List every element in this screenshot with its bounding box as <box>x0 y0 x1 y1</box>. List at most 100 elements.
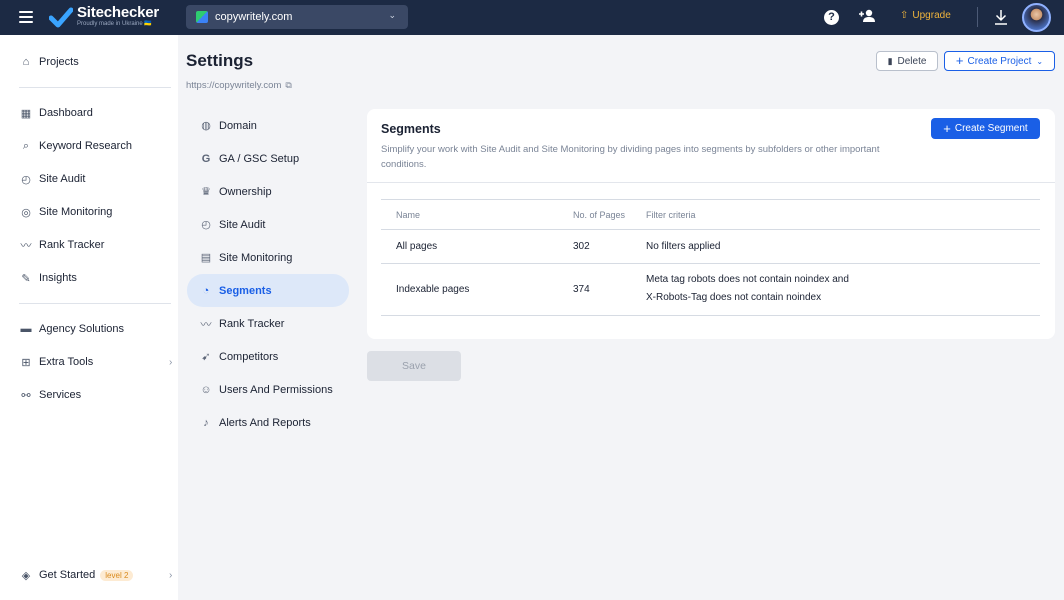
sidebar-item-insights[interactable]: ✎ Insights <box>19 269 77 287</box>
sidebar-item-agency[interactable]: ▬ Agency Solutions <box>19 320 125 338</box>
sidebar-item-label: Keyword Research <box>39 140 132 152</box>
upgrade-button[interactable]: ⇧ Upgrade <box>900 10 951 21</box>
home-icon: ⌂ <box>22 56 30 68</box>
create-segment-button[interactable]: + Create Segment <box>931 118 1040 139</box>
segment-filter: Meta tag robots does not contain noindex… <box>646 274 849 285</box>
settings-item-competitors[interactable]: ➹ Competitors <box>187 340 349 373</box>
sidebar-item-label: Services <box>39 389 82 401</box>
settings-item-label: Ownership <box>219 185 272 198</box>
plus-icon: + <box>955 53 964 68</box>
segment-name: Indexable pages <box>396 284 470 295</box>
delete-button[interactable]: ▮ Delete <box>876 51 938 71</box>
segment-pages: 302 <box>573 241 590 252</box>
competitors-icon: ➹ <box>201 351 211 363</box>
settings-item-segments[interactable]: ◔ Segments <box>187 274 349 307</box>
level-badge: level 2 <box>100 569 134 581</box>
topbar-divider <box>977 7 978 27</box>
column-header-name: Name <box>396 210 421 220</box>
brand-tagline: Proudly made in Ukraine 🇺🇦 <box>77 21 152 27</box>
avatar[interactable] <box>1022 3 1051 32</box>
crown-icon: ♛ <box>201 186 211 198</box>
sidebar-item-extra-tools[interactable]: ⊞ Extra Tools › <box>19 353 172 371</box>
add-user-icon[interactable] <box>858 9 876 27</box>
sidebar-item-label: Projects <box>39 56 79 68</box>
services-icon: ⚯ <box>21 389 31 402</box>
dashboard-icon: ▦ <box>20 107 32 120</box>
settings-item-alerts[interactable]: ♪ Alerts And Reports <box>187 406 349 439</box>
settings-item-label: Users And Permissions <box>219 383 333 396</box>
settings-item-label: Competitors <box>219 350 279 363</box>
pie-icon: ◔ <box>202 284 210 297</box>
segments-table: Name No. of Pages Filter criteria All pa… <box>381 199 1040 316</box>
insights-icon: ✎ <box>21 272 31 285</box>
audit-icon: ◴ <box>21 173 31 186</box>
hamburger-menu-icon[interactable] <box>19 11 33 23</box>
segments-description: Simplify your work with Site Audit and S… <box>381 144 880 170</box>
monitoring-icon: ◎ <box>21 206 31 219</box>
audit-icon: ◴ <box>201 219 211 231</box>
user-icon: ☺ <box>200 383 212 396</box>
settings-item-rank-tracker[interactable]: 〰 Rank Tracker <box>187 307 349 340</box>
sidebar-item-site-monitoring[interactable]: ◎ Site Monitoring <box>19 203 112 221</box>
chevron-right-icon: › <box>169 569 173 581</box>
sidebar-item-get-started[interactable]: ◈ Get Started level 2 › <box>19 566 173 584</box>
table-row[interactable]: Indexable pages 374 Meta tag robots does… <box>381 264 1040 316</box>
sidebar-divider <box>19 87 171 88</box>
plus-icon: + <box>943 120 951 136</box>
sidebar-divider <box>19 303 171 304</box>
sidebar-item-label: Site Audit <box>39 173 86 185</box>
create-project-button[interactable]: + Create Project ⌄ <box>944 51 1055 71</box>
save-button[interactable]: Save <box>367 351 461 381</box>
top-bar: Sitechecker Proudly made in Ukraine 🇺🇦 c… <box>0 0 1064 35</box>
table-row[interactable]: All pages 302 No filters applied <box>381 230 1040 264</box>
segments-title: Segments <box>381 122 441 136</box>
briefcase-icon: ▬ <box>20 323 32 335</box>
settings-item-ga-gsc[interactable]: G GA / GSC Setup <box>187 142 349 175</box>
google-icon: G <box>201 152 211 165</box>
settings-item-domain[interactable]: ◍ Domain <box>187 109 349 142</box>
globe-icon: ◍ <box>201 120 211 132</box>
download-icon[interactable] <box>994 9 1008 29</box>
settings-item-label: Segments <box>219 284 272 297</box>
sitechecker-logo-icon <box>49 7 73 27</box>
sidebar-item-label: Dashboard <box>39 107 93 119</box>
settings-item-ownership[interactable]: ♛ Ownership <box>187 175 349 208</box>
sidebar-item-projects[interactable]: ⌂ Projects <box>19 53 79 71</box>
external-link-icon: ⧉ <box>285 80 292 90</box>
create-segment-label: Create Segment <box>954 123 1028 134</box>
grid-icon: ⊞ <box>21 356 31 369</box>
card-divider <box>367 182 1055 183</box>
sidebar-item-label: Insights <box>39 272 77 284</box>
chevron-right-icon: › <box>169 356 173 368</box>
sidebar-item-rank-tracker[interactable]: 〰 Rank Tracker <box>19 236 105 254</box>
logo[interactable]: Sitechecker Proudly made in Ukraine 🇺🇦 <box>49 5 159 28</box>
page-title: Settings <box>186 51 254 70</box>
project-select[interactable]: copywritely.com ⌄ <box>186 5 408 29</box>
project-favicon-icon <box>196 11 208 23</box>
sidebar-item-label: Agency Solutions <box>39 323 124 335</box>
sidebar-item-services[interactable]: ⚯ Services <box>19 386 81 404</box>
settings-item-label: Site Monitoring <box>219 251 293 264</box>
settings-item-site-audit[interactable]: ◴ Site Audit <box>187 208 349 241</box>
settings-item-label: Domain <box>219 119 257 132</box>
sidebar-item-dashboard[interactable]: ▦ Dashboard <box>19 104 93 122</box>
sidebar-item-label: Rank Tracker <box>39 239 105 251</box>
brand-name: Sitechecker <box>77 4 160 21</box>
project-url-link[interactable]: https://copywritely.com ⧉ <box>186 80 292 91</box>
rank-icon: 〰 <box>20 240 32 252</box>
settings-item-label: Site Audit <box>219 218 266 231</box>
project-url: https://copywritely.com <box>186 80 282 91</box>
chevron-down-icon: ⌄ <box>388 10 396 20</box>
sidebar-item-site-audit[interactable]: ◴ Site Audit <box>19 170 85 188</box>
settings-item-site-monitoring[interactable]: ▤ Site Monitoring <box>187 241 349 274</box>
segment-filter: No filters applied <box>646 241 721 252</box>
segment-pages: 374 <box>573 284 590 295</box>
upgrade-arrow-icon: ⇧ <box>900 10 909 21</box>
column-header-pages: No. of Pages <box>573 210 626 220</box>
rank-icon: 〰 <box>200 318 212 331</box>
settings-item-users[interactable]: ☺ Users And Permissions <box>187 373 349 406</box>
monitoring-icon: ▤ <box>200 252 212 264</box>
sidebar-item-keyword-research[interactable]: ⌕ Keyword Research <box>19 137 132 155</box>
help-icon[interactable]: ? <box>824 10 839 25</box>
sidebar-item-label: Get Started <box>39 569 96 581</box>
